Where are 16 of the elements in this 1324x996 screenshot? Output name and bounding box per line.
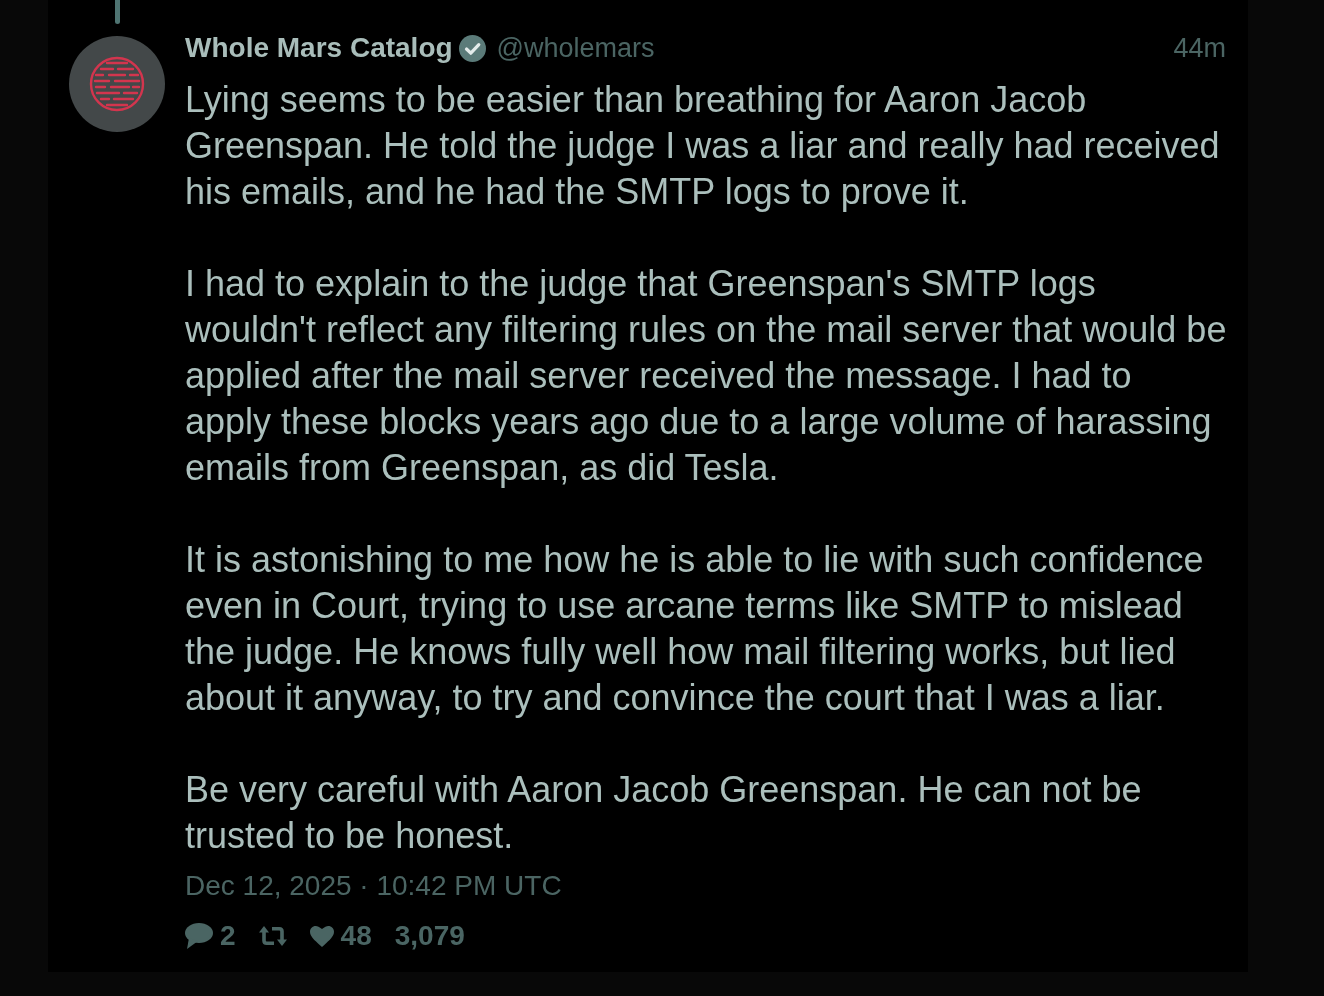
heart-icon [309, 925, 334, 947]
reply-button[interactable]: 2 [185, 918, 236, 954]
like-button[interactable]: 48 [309, 918, 372, 954]
tweet-date[interactable]: Dec 12, 2025 · 10:42 PM UTC [185, 868, 562, 904]
author-name[interactable]: Whole Mars Catalog [185, 32, 453, 64]
timestamp-link[interactable]: 44m [1173, 32, 1226, 64]
retweet-icon [258, 926, 287, 946]
comment-icon [185, 923, 213, 949]
author-handle[interactable]: @wholemars [496, 32, 655, 64]
retweet-button[interactable] [258, 926, 287, 946]
planet-avatar[interactable] [69, 36, 165, 132]
view-count: 3,079 [394, 919, 465, 953]
tweet-paragraph: I had to explain to the judge that Greenspan's SMTP logs wouldn't reflect any filtering rules on the mail server that would be applied after the mail server received the message. I had to apply these blocks years ago due to a large volume of harassing emails from Greenspan, as did Tesla. [185, 262, 1226, 490]
tweet-paragraph: Be very careful with Aaron Jacob Greenspan. He can not be trusted to be honest. [185, 768, 1143, 858]
tweet-paragraph: It is astonishing to me how he is able to lie with such confidence even in Court, trying to use arcane terms like SMTP to mislead the judge. He knows fully well how mail filtering works, but lied about it anyway, to try and convince the court that I was a liar. [185, 538, 1205, 720]
tweet-paragraph: Lying seems to be easier than breathing for Aaron Jacob Greenspan. He told the judge I was a liar and really had received his emails, and he had the SMTP logs to prove it. [185, 78, 1221, 214]
